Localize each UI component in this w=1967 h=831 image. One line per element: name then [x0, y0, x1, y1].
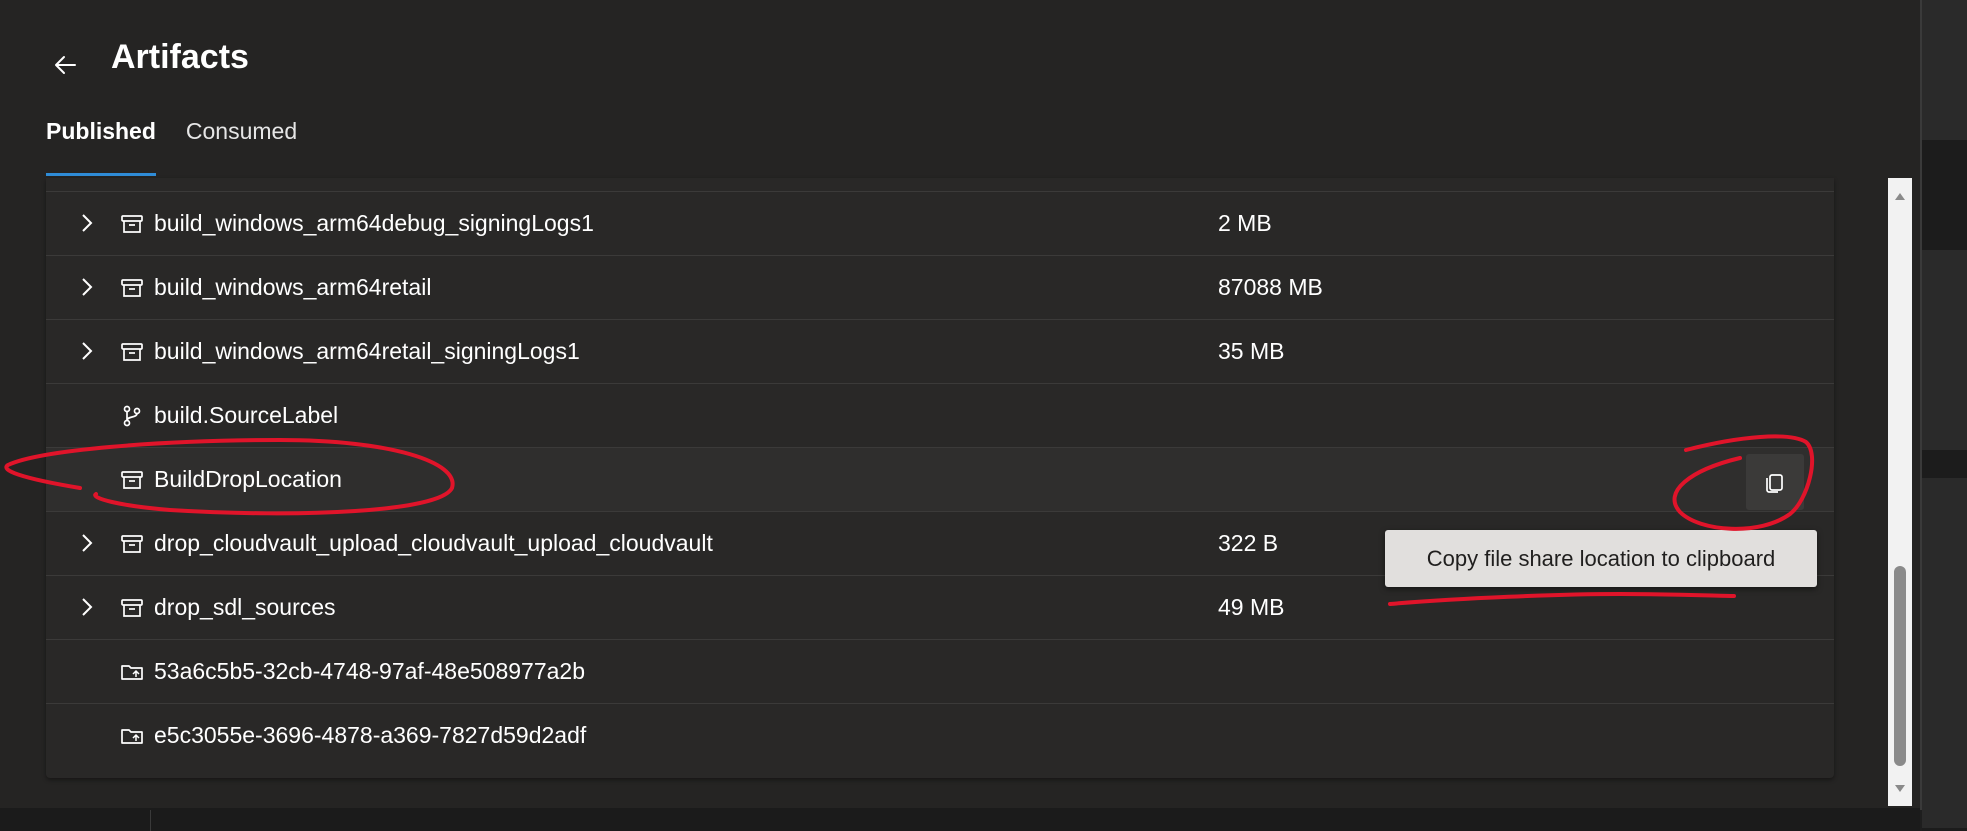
app-window: Artifacts Published Consumed build_windo…	[0, 0, 1967, 831]
chevron-right-icon[interactable]	[76, 532, 98, 554]
chevron-right-icon[interactable]	[76, 276, 98, 298]
tab-consumed[interactable]: Consumed	[186, 118, 297, 176]
artifact-row[interactable]: build_windows_arm64retail 87088 MB	[46, 255, 1834, 319]
artifact-row[interactable]: build_windows_arm64retail_signingLogs1 3…	[46, 319, 1834, 383]
bottom-strip	[0, 808, 1920, 831]
artifact-row[interactable]: 53a6c5b5-32cb-4748-97af-48e508977a2b	[46, 639, 1834, 703]
artifact-list: build_windows_arm64debug_signingLogs1 2 …	[46, 178, 1834, 778]
tab-published[interactable]: Published	[46, 118, 156, 176]
chevron-right-icon[interactable]	[76, 340, 98, 362]
artifact-row[interactable]: e5c3055e-3696-4878-a369-7827d59d2adf	[46, 703, 1834, 767]
page-title: Artifacts	[111, 38, 249, 76]
folder-share-icon	[121, 665, 143, 680]
chevron-right-icon[interactable]	[76, 212, 98, 234]
archive-icon	[121, 279, 143, 297]
scroll-up-icon[interactable]	[1892, 188, 1908, 204]
archive-icon	[121, 215, 143, 233]
vertical-scrollbar[interactable]	[1888, 178, 1912, 806]
folder-share-icon	[121, 729, 143, 744]
artifact-row[interactable]: build.SourceLabel	[46, 383, 1834, 447]
artifact-name: drop_sdl_sources	[154, 594, 336, 620]
back-button[interactable]	[44, 44, 86, 86]
artifact-row-selected[interactable]: BuildDropLocation	[46, 447, 1834, 511]
copy-icon	[1766, 474, 1783, 493]
scroll-down-icon[interactable]	[1892, 780, 1908, 796]
scrollbar-thumb[interactable]	[1894, 566, 1906, 766]
archive-icon	[121, 471, 143, 489]
copy-location-button[interactable]	[1746, 454, 1804, 510]
arrow-left-icon	[55, 56, 76, 74]
artifact-name: e5c3055e-3696-4878-a369-7827d59d2adf	[154, 722, 587, 748]
artifact-name: BuildDropLocation	[154, 466, 342, 492]
artifact-size: 49 MB	[1218, 594, 1285, 620]
artifacts-panel: Artifacts Published Consumed build_windo…	[0, 0, 1922, 810]
archive-icon	[121, 343, 143, 361]
artifact-size: 2 MB	[1218, 210, 1272, 236]
edge-block	[1922, 0, 1967, 140]
artifact-row[interactable]: build_windows_arm64debug_signingLogs1 2 …	[46, 191, 1834, 255]
archive-icon	[121, 599, 143, 617]
archive-icon	[121, 535, 143, 553]
artifact-size: 87088 MB	[1218, 274, 1323, 300]
right-edge-background	[1922, 0, 1967, 831]
artifact-name: build_windows_arm64debug_signingLogs1	[154, 210, 594, 236]
chevron-right-icon[interactable]	[76, 596, 98, 618]
artifact-size: 35 MB	[1218, 338, 1285, 364]
artifact-name: build_windows_arm64retail	[154, 274, 432, 300]
edge-block	[1922, 250, 1967, 450]
strip-separator	[150, 810, 151, 831]
artifact-name: 53a6c5b5-32cb-4748-97af-48e508977a2b	[154, 658, 585, 684]
copy-tooltip: Copy file share location to clipboard	[1385, 530, 1817, 587]
artifact-name: build.SourceLabel	[154, 402, 339, 428]
artifact-name: drop_cloudvault_upload_cloudvault_upload…	[154, 530, 713, 556]
edge-block	[1922, 478, 1967, 828]
tab-bar: Published Consumed	[46, 118, 327, 178]
artifact-size: 322 B	[1218, 530, 1279, 556]
branch-icon	[123, 405, 141, 427]
artifact-name: build_windows_arm64retail_signingLogs1	[154, 338, 580, 364]
